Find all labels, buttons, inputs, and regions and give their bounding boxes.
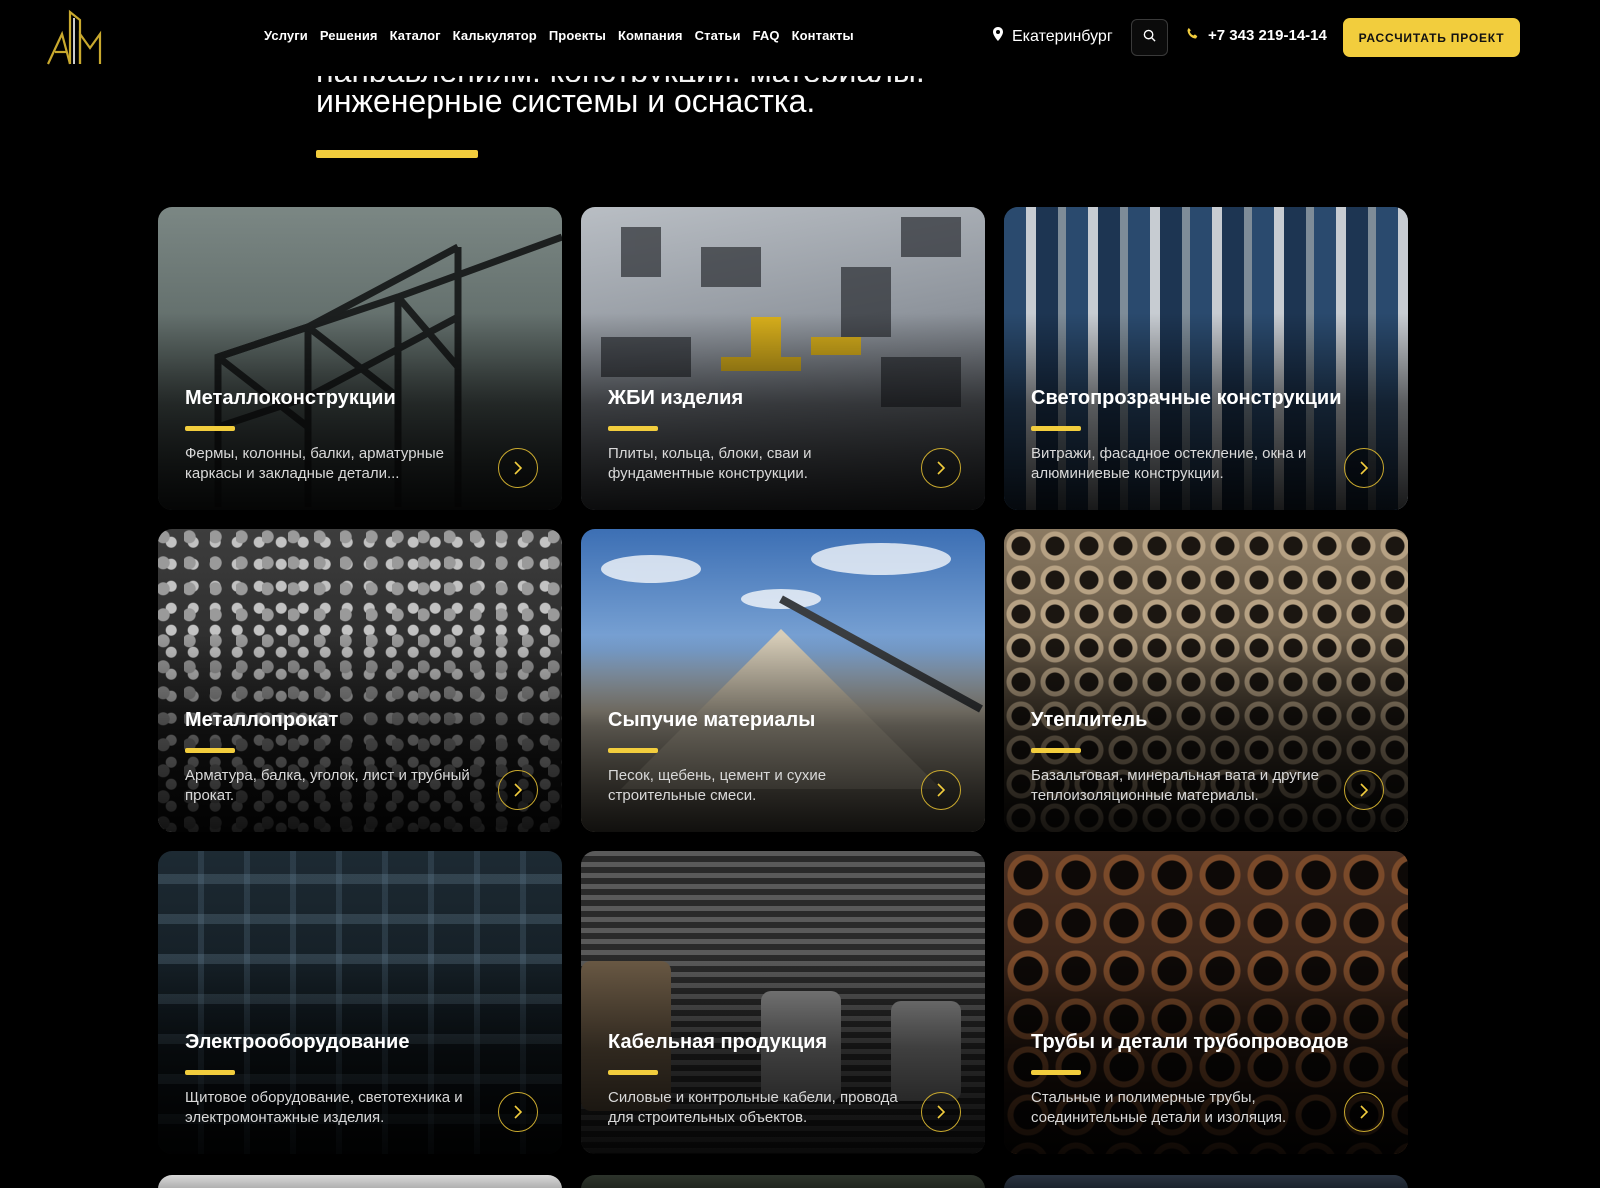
category-card-electrical[interactable]: Электрооборудование Щитовое оборудование… bbox=[158, 851, 562, 1154]
card-description: Песок, щебень, цемент и сухие строительн… bbox=[608, 767, 827, 804]
chevron-right-icon bbox=[514, 783, 523, 797]
card-title: Утеплитель bbox=[1031, 709, 1148, 731]
card-title-bar bbox=[185, 1070, 235, 1075]
intro-line-2: инженерные системы и оснастка. bbox=[316, 83, 816, 119]
card-title: ЖБИ изделия bbox=[608, 387, 744, 409]
nav-projects[interactable]: Проекты bbox=[549, 28, 606, 43]
card-description: Силовые и контрольные кабели, провода дл… bbox=[608, 1089, 898, 1126]
intro-accent-bar bbox=[316, 150, 478, 158]
card-title-bar bbox=[1031, 748, 1081, 753]
location-pin-icon bbox=[992, 27, 1004, 46]
chevron-right-icon bbox=[514, 1105, 523, 1119]
arrow-right-button[interactable] bbox=[921, 1092, 961, 1132]
phone-link[interactable]: +7 343 219-14-14 bbox=[1186, 27, 1327, 44]
card-title-bar bbox=[185, 426, 235, 431]
arrow-right-button[interactable] bbox=[921, 770, 961, 810]
phone-icon bbox=[1186, 27, 1199, 44]
nav-catalog[interactable]: Каталог bbox=[390, 28, 441, 43]
main-nav: Услуги Решения Каталог Калькулятор Проек… bbox=[264, 28, 854, 43]
card-title: Сыпучие материалы bbox=[608, 709, 816, 731]
category-card-glazing[interactable]: Светопрозрачные конструкции Витражи, фас… bbox=[1004, 207, 1408, 510]
card-title-bar bbox=[1031, 1070, 1081, 1075]
phone-number: +7 343 219-14-14 bbox=[1208, 27, 1327, 44]
search-button[interactable] bbox=[1131, 19, 1168, 56]
nav-solutions[interactable]: Решения bbox=[320, 28, 378, 43]
search-icon bbox=[1143, 29, 1156, 47]
card-title: Электрооборудование bbox=[185, 1031, 410, 1053]
arrow-right-button[interactable] bbox=[921, 448, 961, 488]
arrow-right-button[interactable] bbox=[498, 448, 538, 488]
card-title-bar bbox=[185, 748, 235, 753]
card-title-bar bbox=[1031, 426, 1081, 431]
chevron-right-icon bbox=[937, 1105, 946, 1119]
arrow-right-button[interactable] bbox=[1344, 770, 1384, 810]
card-description: Арматура, балка, уголок, лист и трубный … bbox=[185, 767, 470, 804]
nav-calculator[interactable]: Калькулятор bbox=[453, 28, 537, 43]
arrow-right-button[interactable] bbox=[1344, 1092, 1384, 1132]
category-card-pipes[interactable]: Трубы и детали трубопроводов Стальные и … bbox=[1004, 851, 1408, 1154]
arrow-right-button[interactable] bbox=[498, 770, 538, 810]
chevron-right-icon bbox=[1360, 783, 1369, 797]
city-name: Екатеринбург bbox=[1012, 27, 1113, 45]
chevron-right-icon bbox=[1360, 1105, 1369, 1119]
category-card-peek[interactable] bbox=[1004, 1175, 1408, 1188]
nav-services[interactable]: Услуги bbox=[264, 28, 308, 43]
card-title-bar bbox=[608, 426, 658, 431]
category-card-concrete-products[interactable]: ЖБИ изделия Плиты, кольца, блоки, сваи и… bbox=[581, 207, 985, 510]
category-card-peek[interactable] bbox=[581, 1175, 985, 1188]
card-title: Трубы и детали трубопроводов bbox=[1031, 1031, 1349, 1053]
category-card-metal-structures[interactable]: Металлоконструкции Фермы, колонны, балки… bbox=[158, 207, 562, 510]
card-description: Базальтовая, минеральная вата и другие т… bbox=[1031, 767, 1319, 804]
chevron-right-icon bbox=[1360, 461, 1369, 475]
card-description: Фермы, колонны, балки, арматурные каркас… bbox=[185, 445, 444, 482]
arrow-right-button[interactable] bbox=[498, 1092, 538, 1132]
city-selector[interactable]: Екатеринбург bbox=[992, 27, 1113, 46]
card-title: Кабельная продукция bbox=[608, 1031, 828, 1053]
nav-company[interactable]: Компания bbox=[618, 28, 683, 43]
card-title: Светопрозрачные конструкции bbox=[1031, 387, 1342, 409]
chevron-right-icon bbox=[937, 783, 946, 797]
card-description: Щитовое оборудование, светотехника и эле… bbox=[185, 1089, 463, 1126]
calculate-project-button[interactable]: РАССЧИТАТЬ ПРОЕКТ bbox=[1343, 18, 1520, 57]
chevron-right-icon bbox=[514, 461, 523, 475]
category-card-rolled-metal[interactable]: Металлопрокат Арматура, балка, уголок, л… bbox=[158, 529, 562, 832]
category-card-insulation[interactable]: Утеплитель Базальтовая, минеральная вата… bbox=[1004, 529, 1408, 832]
category-card-cables[interactable]: Кабельная продукция Силовые и контрольны… bbox=[581, 851, 985, 1154]
nav-faq[interactable]: FAQ bbox=[753, 28, 780, 43]
chevron-right-icon bbox=[937, 461, 946, 475]
card-description: Плиты, кольца, блоки, сваи и фундаментны… bbox=[608, 445, 812, 482]
arrow-right-button[interactable] bbox=[1344, 448, 1384, 488]
category-card-peek[interactable] bbox=[158, 1175, 562, 1188]
card-title-bar bbox=[608, 748, 658, 753]
category-card-bulk-materials[interactable]: Сыпучие материалы Песок, щебень, цемент … bbox=[581, 529, 985, 832]
card-title: Металлоконструкции bbox=[185, 387, 396, 409]
company-logo[interactable] bbox=[44, 8, 106, 68]
site-header: Услуги Решения Каталог Калькулятор Проек… bbox=[0, 0, 1600, 76]
nav-contacts[interactable]: Контакты bbox=[792, 28, 854, 43]
card-description: Витражи, фасадное остекление, окна и алю… bbox=[1031, 445, 1307, 482]
card-title-bar bbox=[608, 1070, 658, 1075]
nav-articles[interactable]: Статьи bbox=[695, 28, 741, 43]
card-title: Металлопрокат bbox=[185, 709, 339, 731]
card-description: Стальные и полимерные трубы, соединитель… bbox=[1031, 1089, 1287, 1126]
